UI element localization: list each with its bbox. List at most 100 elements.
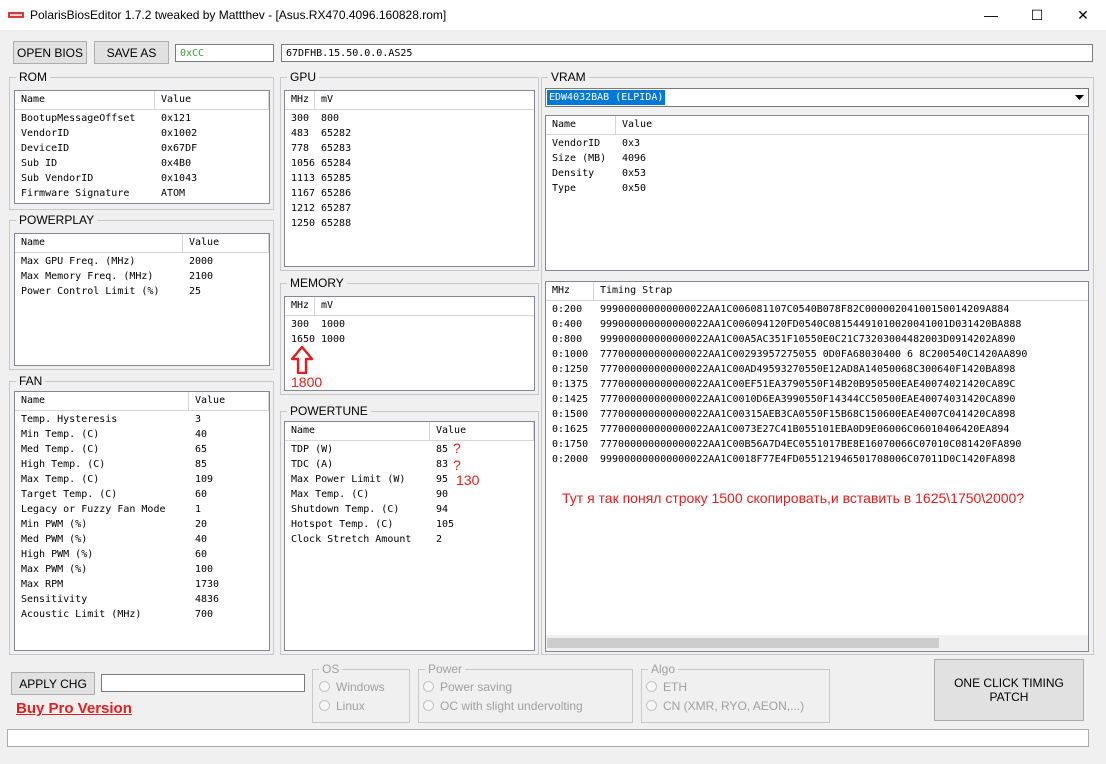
vram-header-value[interactable]: Value [616, 116, 1088, 134]
fan-row[interactable]: High Temp. (C) 85 [15, 457, 269, 472]
vram-chip-dropdown[interactable]: EDW4032BAB (ELPIDA) [545, 88, 1089, 107]
memory-row[interactable]: 300 1000 [285, 317, 515, 332]
powertune-list[interactable]: Name Value TDP (W) 85 TDC (A) 83 Max Power L… [284, 421, 535, 651]
powerplay-list[interactable]: Name Value Max GPU Freq. (MHz) 2000 Max Me… [14, 233, 270, 366]
fan-row[interactable]: Max Temp. (C) 109 [15, 472, 269, 487]
powertune-row[interactable]: Max Power Limit (W) 95 [285, 472, 530, 487]
rom-header-name[interactable]: Name [15, 91, 155, 109]
powertune-row[interactable]: Clock Stretch Amount 2 [285, 532, 530, 547]
memory-header-mv[interactable]: mV [315, 297, 534, 315]
vram-row[interactable]: Type 0x50 [546, 181, 816, 196]
memory-row[interactable]: 1650 1000 [285, 332, 515, 347]
powerplay-row[interactable]: Max GPU Freq. (MHz) 2000 [15, 254, 269, 269]
minimize-button[interactable]: — [968, 0, 1014, 30]
apply-changes-field[interactable] [101, 674, 305, 692]
powertune-header-value[interactable]: Value [430, 422, 534, 440]
one-click-timing-patch-button[interactable]: ONE CLICK TIMING PATCH [934, 659, 1084, 721]
power-oc-radio[interactable] [423, 700, 434, 711]
fan-row[interactable]: High PWM (%) 60 [15, 547, 269, 562]
maximize-button[interactable]: ☐ [1014, 0, 1060, 30]
timing-strap-list[interactable]: MHz Timing Strap 0:200 999000000000000022… [545, 281, 1089, 652]
os-windows-radio[interactable] [319, 681, 330, 692]
rom-row[interactable]: Firmware Signature ATOM [15, 186, 269, 201]
buy-pro-link[interactable]: Buy Pro Version [16, 700, 132, 717]
timing-strap-row[interactable]: 0:400 999000000000000022AA1C006094120FD05… [546, 317, 1088, 332]
rom-list[interactable]: Name Value BootupMessageOffset 0x121 Vendo… [14, 90, 270, 204]
timing-strap-row[interactable]: 0:2000 999000000000000022AA1C0018F77E4FD0… [546, 452, 1088, 467]
timing-strap-row[interactable]: 0:1250 777000000000000022AA1C00AD49593270… [546, 362, 1088, 377]
rom-header-value[interactable]: Value [155, 91, 269, 109]
save-as-button[interactable]: SAVE AS [94, 41, 169, 64]
gpu-row[interactable]: 1250 65288 [285, 216, 515, 231]
timing-header-strap[interactable]: Timing Strap [594, 282, 1088, 300]
gpu-row[interactable]: 1113 65285 [285, 171, 515, 186]
rom-row[interactable]: Sub VendorID 0x1043 [15, 171, 269, 186]
powertune-cell-value: 105 [436, 519, 455, 530]
gpu-list[interactable]: MHz mV 300 800 483 65282 778 65283 1056 65284 11… [284, 90, 535, 267]
timing-strap-row[interactable]: 0:1625 777000000000000022AA1C0073E27C41B0… [546, 422, 1088, 437]
powertune-row[interactable]: TDC (A) 83 [285, 457, 530, 472]
timing-strap-row[interactable]: 0:200 999000000000000022AA1C006081107C054… [546, 302, 1088, 317]
fan-row[interactable]: Temp. Hysteresis 3 [15, 412, 269, 427]
powerplay-header-name[interactable]: Name [15, 234, 183, 252]
horizontal-scrollbar[interactable] [546, 635, 1088, 651]
open-bios-button[interactable]: OPEN BIOS [13, 41, 87, 64]
rom-row[interactable]: Sub ID 0x4B0 [15, 156, 269, 171]
gpu-row[interactable]: 300 800 [285, 111, 515, 126]
powertune-row[interactable]: Shutdown Temp. (C) 94 [285, 502, 530, 517]
fan-list[interactable]: Name Value Temp. Hysteresis 3 Min Temp. (C… [14, 391, 270, 651]
vram-info-list[interactable]: Name Value VendorID 0x3 Size (MB) 4096 Densi… [545, 115, 1089, 271]
gpu-row[interactable]: 1056 65284 [285, 156, 515, 171]
fan-row[interactable]: Max PWM (%) 100 [15, 562, 269, 577]
fan-row[interactable]: Target Temp. (C) 60 [15, 487, 269, 502]
gpu-header-mv[interactable]: mV [315, 91, 534, 109]
fan-row[interactable]: Sensitivity 4836 [15, 592, 269, 607]
powertune-row[interactable]: Max Temp. (C) 90 [285, 487, 530, 502]
timing-strap-row[interactable]: 0:800 999000000000000022AA1C00A5AC351F105… [546, 332, 1088, 347]
vram-row[interactable]: VendorID 0x3 [546, 136, 816, 151]
timing-strap-row[interactable]: 0:1375 777000000000000022AA1C00EF51EA3790… [546, 377, 1088, 392]
fan-header-name[interactable]: Name [15, 392, 189, 410]
timing-strap-row[interactable]: 0:1750 777000000000000022AA1C00B56A7D4EC0… [546, 437, 1088, 452]
power-saving-radio[interactable] [423, 681, 434, 692]
gpu-row[interactable]: 483 65282 [285, 126, 515, 141]
powertune-row[interactable]: TDP (W) 85 [285, 442, 530, 457]
algo-cn-radio[interactable] [646, 700, 657, 711]
fan-row[interactable]: Med PWM (%) 40 [15, 532, 269, 547]
gpu-row[interactable]: 1212 65287 [285, 201, 515, 216]
powerplay-row[interactable]: Max Memory Freq. (MHz) 2100 [15, 269, 269, 284]
rom-row[interactable]: VendorID 0x1002 [15, 126, 269, 141]
gpu-header-mhz[interactable]: MHz [285, 91, 315, 109]
timing-strap-row[interactable]: 0:1000 777000000000000022AA1C002939572750… [546, 347, 1088, 362]
fan-row[interactable]: Max RPM 1730 [15, 577, 269, 592]
fan-row[interactable]: Min PWM (%) 20 [15, 517, 269, 532]
apply-changes-button[interactable]: APPLY CHG [11, 672, 95, 695]
gpu-row[interactable]: 1167 65286 [285, 186, 515, 201]
rom-row[interactable]: BootupMessageOffset 0x121 [15, 111, 269, 126]
checksum-field[interactable]: 0xCC [175, 44, 274, 62]
gpu-row[interactable]: 778 65283 [285, 141, 515, 156]
fan-row[interactable]: Legacy or Fuzzy Fan Mode 1 [15, 502, 269, 517]
fan-row[interactable]: Acoustic Limit (MHz) 700 [15, 607, 269, 622]
rom-row[interactable]: DeviceID 0x67DF [15, 141, 269, 156]
fan-row[interactable]: Med Temp. (C) 65 [15, 442, 269, 457]
timing-strap-row[interactable]: 0:1500 777000000000000022AA1C00315AEB3CA0… [546, 407, 1088, 422]
chevron-down-icon[interactable] [1072, 90, 1087, 105]
algo-eth-radio[interactable] [646, 681, 657, 692]
vram-header-name[interactable]: Name [546, 116, 616, 134]
scrollbar-thumb[interactable] [547, 638, 939, 648]
fan-header-value[interactable]: Value [189, 392, 269, 410]
bios-part-number-field[interactable]: 67DFHB.15.50.0.0.AS25 [281, 44, 1093, 62]
powertune-row[interactable]: Hotspot Temp. (C) 105 [285, 517, 530, 532]
powertune-header-name[interactable]: Name [285, 422, 430, 440]
fan-row[interactable]: Min Temp. (C) 40 [15, 427, 269, 442]
close-button[interactable]: ✕ [1060, 0, 1106, 30]
powerplay-header-value[interactable]: Value [183, 234, 269, 252]
vram-row[interactable]: Size (MB) 4096 [546, 151, 816, 166]
vram-row[interactable]: Density 0x53 [546, 166, 816, 181]
timing-header-mhz[interactable]: MHz [546, 282, 594, 300]
timing-strap-row[interactable]: 0:1425 777000000000000022AA1C0010D6EA3990… [546, 392, 1088, 407]
powerplay-row[interactable]: Power Control Limit (%) 25 [15, 284, 269, 299]
os-linux-radio[interactable] [319, 700, 330, 711]
memory-header-mhz[interactable]: MHz [285, 297, 315, 315]
